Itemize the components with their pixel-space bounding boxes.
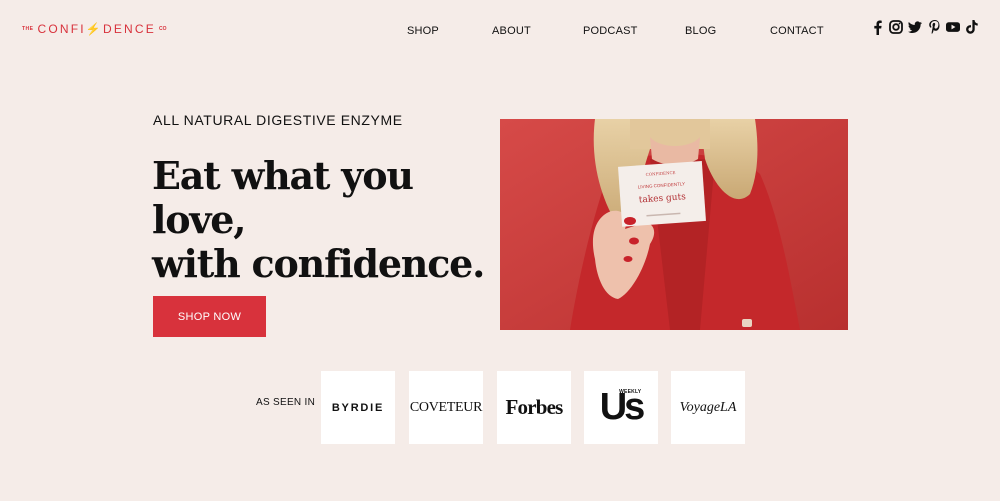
byrdie-logo-text: BYRDIE: [331, 401, 385, 414]
press-logo-byrdie: BYRDIE: [321, 371, 395, 444]
us-weekly-subtext: WEEKLY: [619, 389, 642, 395]
hero-headline: Eat what you love, with confidence.: [152, 154, 492, 286]
hero-eyebrow: ALL NATURAL DIGESTIVE ENZYME: [153, 112, 403, 128]
nav-about[interactable]: ABOUT: [492, 25, 531, 37]
coveteur-logo-text: COVETEUR: [409, 399, 483, 415]
nav-podcast[interactable]: PODCAST: [583, 25, 638, 37]
facebook-icon[interactable]: [870, 19, 884, 35]
press-logo-voyagela: VoyageLA: [671, 371, 745, 444]
press-logo-us-weekly: Us WEEKLY: [584, 371, 658, 444]
tiktok-icon[interactable]: [965, 19, 979, 35]
pinterest-icon[interactable]: [927, 19, 941, 35]
headline-line-2: with confidence.: [152, 241, 485, 286]
hero-video[interactable]: CONFIDENCE LIVING CONFIDENTLY takes guts: [500, 119, 848, 330]
headline-line-1: Eat what you love,: [152, 153, 414, 242]
voyagela-logo-text: VoyageLA: [679, 399, 737, 415]
us-logo-text: Us WEEKLY: [600, 386, 646, 429]
instagram-icon[interactable]: [889, 19, 903, 35]
press-logo-forbes: Forbes: [497, 371, 571, 444]
social-links: [870, 19, 979, 35]
press-logo-coveteur: COVETEUR: [409, 371, 483, 444]
twitter-icon[interactable]: [908, 19, 922, 35]
hero-video-scene: CONFIDENCE LIVING CONFIDENTLY takes guts: [500, 119, 848, 330]
nav-contact[interactable]: CONTACT: [770, 25, 824, 37]
nav-blog[interactable]: BLOG: [685, 25, 716, 37]
shop-now-button[interactable]: SHOP NOW: [153, 296, 266, 337]
youtube-icon[interactable]: [946, 19, 960, 35]
main-nav: SHOP ABOUT PODCAST BLOG CONTACT: [0, 25, 1000, 39]
nav-shop[interactable]: SHOP: [407, 25, 439, 37]
forbes-logo-text: Forbes: [505, 395, 563, 419]
as-seen-in-label: AS SEEN IN: [256, 397, 316, 408]
